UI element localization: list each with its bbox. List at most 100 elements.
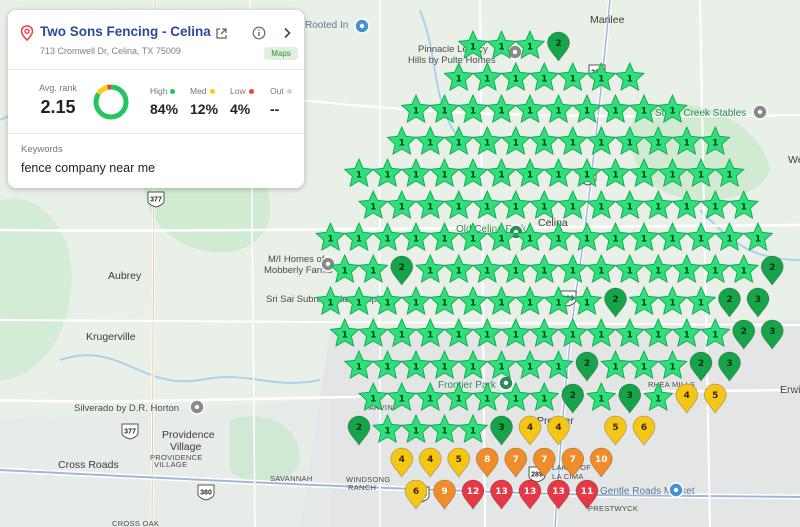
- rank-marker-label: 1: [712, 203, 718, 213]
- map-label: We: [788, 154, 800, 166]
- rank-marker-label: 4: [427, 455, 433, 465]
- map-label: M/I Homes of: [268, 254, 325, 265]
- rank-marker-label: 3: [726, 359, 732, 369]
- rank-marker-label: 1: [384, 171, 390, 181]
- rank-marker-label: 13: [495, 487, 508, 497]
- rank-marker-label: 1: [356, 299, 362, 309]
- rank-marker-label: 1: [470, 363, 476, 373]
- rank-marker-label: 3: [627, 391, 633, 401]
- rank-marker-label: 1: [712, 267, 718, 277]
- rank-marker-label: 1: [342, 267, 348, 277]
- rank-marker-label: 1: [370, 395, 376, 405]
- rank-marker-label: 1: [584, 107, 590, 117]
- business-name[interactable]: Two Sons Fencing - Celina ...: [40, 24, 212, 39]
- highway-shield-label: 377: [124, 429, 136, 436]
- rank-marker-label: 1: [627, 331, 633, 341]
- rank-marker-label: 1: [555, 299, 561, 309]
- rank-marker-label: 1: [413, 427, 419, 437]
- rank-marker-label: 1: [755, 235, 761, 245]
- keyword-value[interactable]: fence company near me: [21, 161, 155, 175]
- rank-marker-label: 1: [669, 107, 675, 117]
- rank-marker-label: 1: [641, 235, 647, 245]
- rank-marker-label: 1: [484, 139, 490, 149]
- rank-marker-label: 4: [527, 423, 533, 433]
- highway-shield: 380: [197, 484, 215, 501]
- rank-marker-label: 1: [598, 75, 604, 85]
- rank-marker-label: 1: [399, 395, 405, 405]
- rank-marker-label: 1: [327, 299, 333, 309]
- rank-marker-label: 1: [441, 107, 447, 117]
- rank-marker-label: 7: [570, 455, 576, 465]
- rank-marker-label: 1: [470, 43, 476, 53]
- rank-marker-label: 1: [584, 235, 590, 245]
- rank-marker-label: 1: [655, 331, 661, 341]
- rank-marker-label: 4: [684, 391, 690, 401]
- rank-marker-label: 1: [655, 395, 661, 405]
- rank-marker-label: 1: [441, 299, 447, 309]
- rank-marker-label: 1: [498, 299, 504, 309]
- rank-marker-label: 1: [513, 395, 519, 405]
- rank-marker-label: 1: [612, 107, 618, 117]
- rank-marker-label: 1: [456, 331, 462, 341]
- rank-marker-label: 1: [413, 299, 419, 309]
- rank-marker-label: 1: [456, 203, 462, 213]
- rank-marker-label: 1: [413, 171, 419, 181]
- map-label: PRESTWYCK: [588, 504, 638, 513]
- rank-marker-label: 1: [399, 139, 405, 149]
- rank-marker-label: 6: [413, 487, 419, 497]
- place-icon[interactable]: [752, 104, 768, 120]
- rank-marker-label: 1: [356, 171, 362, 181]
- rank-marker-label: 13: [552, 487, 565, 497]
- highway-shield-label: 377: [150, 197, 162, 204]
- rank-marker-label: 1: [541, 331, 547, 341]
- park-icon[interactable]: [498, 375, 514, 391]
- rank-marker-label: 1: [641, 299, 647, 309]
- rank-marker-label: 1: [527, 43, 533, 53]
- rank-marker-label: 1: [527, 299, 533, 309]
- keywords-label: Keywords: [21, 144, 63, 155]
- rank-marker-label: 9: [441, 487, 447, 497]
- rank-stats: Avg. rank 2.15 High 84% Med 12% Low 4% O…: [8, 70, 304, 134]
- rank-marker-label: 1: [513, 203, 519, 213]
- rank-marker-label: 1: [441, 427, 447, 437]
- rank-marker-label: 1: [555, 235, 561, 245]
- map-label: Providence: [162, 429, 215, 441]
- avg-rank-label: Avg. rank: [39, 83, 77, 93]
- rank-marker-label: 1: [356, 235, 362, 245]
- highway-shield-label: 380: [200, 490, 212, 497]
- rank-marker-label: 1: [598, 203, 604, 213]
- rank-marker-label: 1: [470, 427, 476, 437]
- rank-marker-label: 1: [470, 235, 476, 245]
- shop-icon[interactable]: [668, 482, 684, 498]
- business-card: Two Sons Fencing - Celina ... 713 Cromwe…: [8, 10, 304, 188]
- rank-marker-label: 2: [584, 359, 590, 369]
- rank-marker-label: 1: [684, 267, 690, 277]
- rank-marker-label: 2: [612, 295, 618, 305]
- low-dot: [248, 88, 254, 94]
- rank-marker-label: 1: [513, 75, 519, 85]
- rank-marker-label: 1: [470, 107, 476, 117]
- rank-marker-label: 7: [513, 455, 519, 465]
- rank-marker-label: 1: [441, 171, 447, 181]
- map-label: SAVANNAH: [270, 474, 313, 483]
- next-button[interactable]: [278, 24, 296, 42]
- rank-marker-label: 1: [399, 331, 405, 341]
- rank-marker-label: 1: [370, 331, 376, 341]
- rank-marker-label: 1: [698, 171, 704, 181]
- rank-marker-label: 1: [698, 235, 704, 245]
- place-icon[interactable]: [189, 399, 205, 415]
- shop-icon[interactable]: [354, 18, 370, 34]
- open-external-button[interactable]: [212, 24, 230, 42]
- info-button[interactable]: [250, 24, 268, 42]
- rank-marker-label: 1: [513, 267, 519, 277]
- rank-marker-label: 1: [456, 139, 462, 149]
- rank-marker-label: 1: [484, 331, 490, 341]
- highway-shield: 377: [147, 191, 165, 208]
- rank-marker-label: 1: [513, 331, 519, 341]
- rank-marker-label: 1: [684, 331, 690, 341]
- place-icon[interactable]: [320, 256, 336, 272]
- stat-med-label: Med: [190, 86, 207, 96]
- rank-marker-label: 1: [498, 107, 504, 117]
- card-header: Two Sons Fencing - Celina ... 713 Cromwe…: [8, 10, 304, 70]
- rank-marker-label: 2: [769, 263, 775, 273]
